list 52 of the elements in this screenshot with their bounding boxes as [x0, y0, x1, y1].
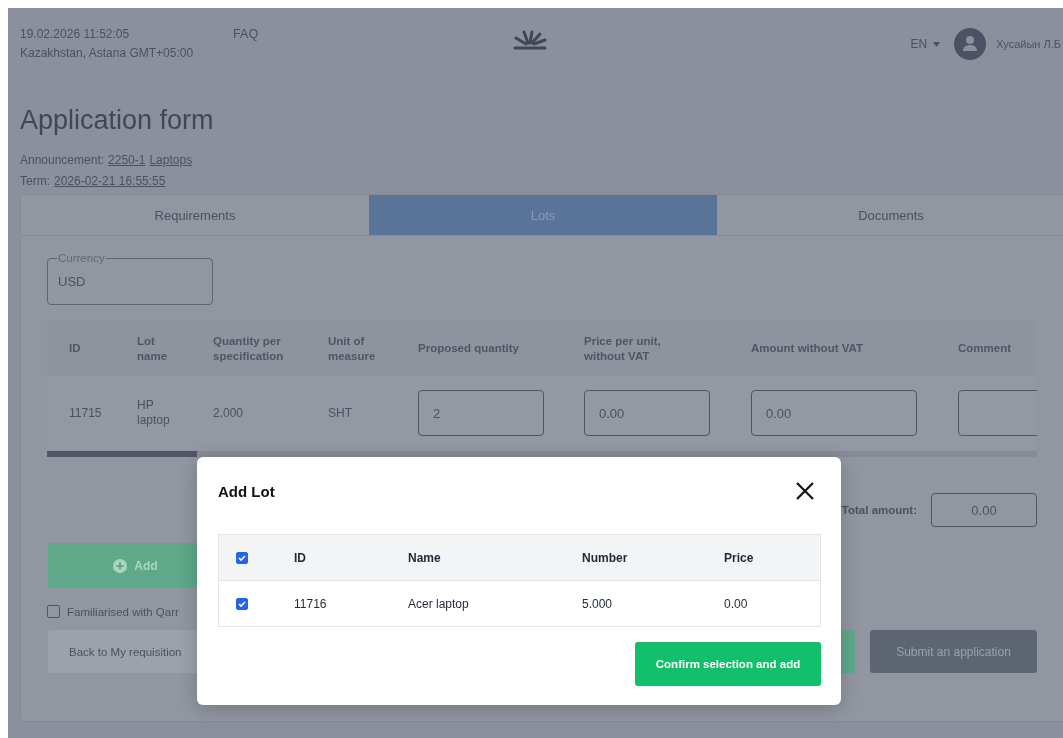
announcement-number-link[interactable]: 2250-1: [108, 150, 146, 171]
announcement-name-link[interactable]: Laptops: [149, 150, 193, 171]
logo-icon: [512, 30, 548, 50]
column-header: Price: [724, 550, 754, 565]
checkbox-label: Familiarised with Qarr: [67, 605, 179, 618]
tab[interactable]: Documents: [717, 195, 1063, 235]
announcement-label: Announcement:: [20, 152, 105, 169]
avatar-icon[interactable]: [954, 28, 987, 60]
table-cell-text: 11715: [68, 405, 103, 421]
input-field[interactable]: 2: [418, 390, 544, 436]
column-header: Unit of measure: [327, 333, 377, 364]
page-title: Application form: [20, 104, 215, 137]
checkbox[interactable]: [236, 551, 248, 564]
column-header: Comment: [957, 341, 1013, 356]
confirm-button[interactable]: Confirm selection and add: [635, 642, 821, 686]
table-cell-text: Acer laptop: [408, 596, 470, 611]
total-label: Total amount:: [841, 504, 917, 516]
term-label: Term:: [20, 173, 50, 190]
input-field[interactable]: 0.00: [584, 390, 710, 436]
total-field: 0.00: [931, 493, 1037, 527]
table-cell: 0.00: [724, 596, 748, 611]
faq-link[interactable]: FAQ: [233, 27, 259, 41]
column-header: Price per unit, without VAT: [583, 333, 662, 364]
location-text: Kazakhstan, Astana GMT+05:00: [20, 45, 194, 62]
term-link[interactable]: 2026-02-21 16:55:55: [54, 171, 166, 192]
table-cell-text: 11716: [294, 596, 328, 611]
input-field[interactable]: 0.00: [751, 390, 917, 436]
caret-icon: [933, 41, 941, 47]
column-header: Quantity per specification: [212, 333, 285, 364]
column-header: Proposed quantity: [417, 341, 520, 356]
column-header: ID: [294, 550, 307, 565]
user-name[interactable]: Хусайын Л.Б: [996, 38, 1061, 50]
tab[interactable]: Requirements: [21, 195, 369, 235]
scrollbar[interactable]: [47, 451, 1037, 457]
column-header: Lot name: [136, 333, 169, 364]
table-cell-text: 5.000: [582, 596, 614, 611]
table-cell-text: SHT: [327, 405, 353, 421]
submit-button[interactable]: Submit an application: [870, 630, 1037, 673]
column-header: ID: [68, 341, 82, 356]
checkbox[interactable]: [47, 605, 60, 618]
column-header: Number: [582, 550, 629, 565]
language-selector[interactable]: EN: [910, 37, 941, 51]
column-header: Name: [408, 550, 442, 565]
scrollbar-thumb[interactable]: [47, 451, 197, 457]
checkbox[interactable]: [236, 597, 248, 610]
date-time: 19.02.2026 11:52:05: [20, 26, 131, 43]
column-header: Amount without VAT: [750, 341, 864, 356]
dialog-title: Add Lot: [218, 482, 275, 500]
plus-icon: [113, 558, 128, 573]
table-cell-text: 2.000: [212, 405, 245, 421]
close-icon[interactable]: [796, 482, 814, 500]
table-cell-text: HP laptop: [136, 398, 171, 428]
